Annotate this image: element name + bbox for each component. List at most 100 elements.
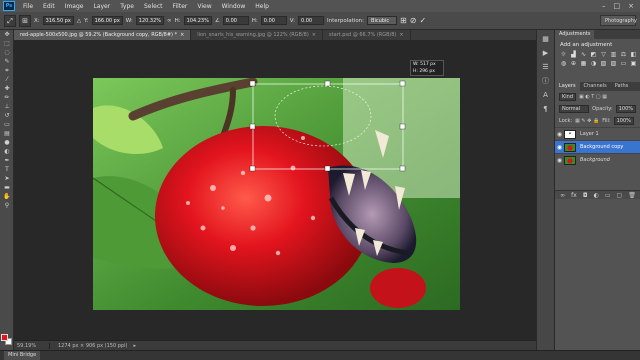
close-tab-icon[interactable]: × [312, 32, 316, 38]
reference-point-icon[interactable]: ⊞ [19, 14, 31, 27]
character-panel-icon[interactable]: A [540, 90, 551, 100]
height-field[interactable]: 104.23% [183, 16, 212, 25]
close-icon[interactable]: × [628, 2, 634, 10]
hue-saturation-icon[interactable]: ▥ [609, 51, 618, 59]
menu-image[interactable]: Image [60, 3, 89, 10]
new-adjustment-icon[interactable]: ◐ [594, 191, 599, 199]
crop-tool-icon[interactable]: ⌗ [2, 67, 12, 75]
exposure-icon[interactable]: ◩ [589, 51, 598, 59]
eraser-tool-icon[interactable]: ▭ [2, 121, 12, 129]
menu-view[interactable]: View [192, 3, 216, 10]
tab-layers[interactable]: Layers [555, 82, 580, 91]
zoom-level[interactable]: 59.19% [14, 342, 50, 349]
width-field[interactable]: 120.32% [135, 16, 165, 25]
menu-filter[interactable]: Filter [168, 3, 193, 10]
delta-icon[interactable]: △ [77, 18, 81, 24]
path-select-tool-icon[interactable]: ➤ [2, 175, 12, 183]
dodge-tool-icon[interactable]: ◐ [2, 148, 12, 156]
vibrance-icon[interactable]: ▽ [599, 51, 608, 59]
levels-icon[interactable]: ▟ [569, 51, 578, 59]
properties-panel-icon[interactable]: ☰ [540, 62, 551, 72]
menu-select[interactable]: Select [139, 3, 168, 10]
menu-edit[interactable]: Edit [38, 3, 60, 10]
healing-tool-icon[interactable]: ✚ [2, 85, 12, 93]
lasso-tool-icon[interactable]: ◌ [2, 49, 12, 57]
quick-select-tool-icon[interactable]: ✎ [2, 58, 12, 66]
pen-tool-icon[interactable]: ✒ [2, 157, 12, 165]
hand-tool-icon[interactable]: ✋ [2, 193, 12, 201]
menu-type[interactable]: Type [115, 3, 139, 10]
tab-red-apple[interactable]: red-apple-500x500.jpg @ 59.2% (Backgroun… [14, 30, 192, 40]
curves-icon[interactable]: ∿ [579, 51, 588, 59]
move-tool-icon[interactable]: ✥ [2, 31, 12, 39]
blur-tool-icon[interactable]: ● [2, 139, 12, 147]
menu-window[interactable]: Window [217, 3, 251, 10]
link-layers-icon[interactable]: ∞ [560, 191, 565, 199]
mini-bridge-tab[interactable]: Mini Bridge [4, 351, 41, 360]
fill-field[interactable]: 100% [613, 117, 634, 125]
history-panel-icon[interactable]: ▦ [540, 34, 551, 44]
filter-icons[interactable]: ▣ ◐ T ▢ ▦ [579, 94, 607, 100]
canvas-area[interactable]: W: 517 px H: 296 px [14, 40, 536, 340]
gradient-tool-icon[interactable]: ▤ [2, 130, 12, 138]
visibility-eye-icon[interactable]: ◉ [555, 144, 564, 151]
close-tab-icon[interactable]: × [399, 32, 403, 38]
brush-tool-icon[interactable]: ✏ [2, 94, 12, 102]
tab-start[interactable]: start.psd @ 66.7% (RGB/8) × [323, 30, 411, 40]
visibility-eye-icon[interactable]: ◉ [555, 131, 564, 138]
menu-help[interactable]: Help [250, 3, 274, 10]
tab-channels[interactable]: Channels [580, 82, 611, 91]
new-group-icon[interactable]: ▭ [605, 191, 611, 199]
shape-tool-icon[interactable]: ▬ [2, 184, 12, 192]
interpolation-select[interactable]: Bicubic [367, 16, 398, 25]
commit-transform-icon[interactable]: ✓ [419, 16, 426, 25]
layer-row-background-copy[interactable]: ◉ Background copy [555, 140, 640, 153]
color-balance-icon[interactable]: ⚖ [619, 51, 628, 59]
opacity-field[interactable]: 100% [615, 105, 636, 113]
layer-style-icon[interactable]: fx [571, 191, 577, 199]
minimize-icon[interactable]: – [602, 2, 606, 10]
status-arrow-icon[interactable]: ▸ [133, 343, 136, 349]
y-field[interactable]: 166.00 px [91, 16, 123, 25]
tab-adjustments[interactable]: Adjustments [555, 30, 595, 39]
tab-lion[interactable]: lion_snarls_his_warning.jpg @ 122% (RGB/… [191, 30, 323, 40]
lock-icons[interactable]: ▦ ✎ ✥ 🔒 [575, 118, 599, 124]
actions-panel-icon[interactable]: ▶ [540, 48, 551, 58]
channel-mixer-icon[interactable]: ⊕ [569, 60, 578, 68]
type-tool-icon[interactable]: T [2, 166, 12, 174]
paragraph-panel-icon[interactable]: ¶ [540, 104, 551, 114]
selective-color-icon[interactable]: ▣ [629, 60, 638, 68]
transform-tool-icon[interactable]: ⤢ [4, 14, 16, 27]
angle-field[interactable]: 0.00 [222, 16, 249, 25]
layer-row-background[interactable]: ◉ Background [555, 153, 640, 166]
history-brush-tool-icon[interactable]: ↺ [2, 112, 12, 120]
document-image[interactable] [93, 78, 460, 310]
link-icon[interactable]: ∞ [167, 18, 172, 24]
x-field[interactable]: 316.50 px [42, 16, 74, 25]
close-tab-icon[interactable]: × [180, 32, 184, 38]
brightness-icon[interactable]: ☼ [559, 51, 568, 59]
threshold-icon[interactable]: ▨ [609, 60, 618, 68]
vskew-field[interactable]: 0.00 [297, 16, 324, 25]
invert-icon[interactable]: ◑ [589, 60, 598, 68]
cancel-transform-icon[interactable]: ⊘ [410, 16, 417, 25]
menu-layer[interactable]: Layer [88, 3, 115, 10]
info-panel-icon[interactable]: ⓘ [540, 76, 551, 86]
layer-row-layer-1[interactable]: ◉ • Layer 1 [555, 127, 640, 140]
foreground-color-swatch[interactable] [1, 334, 8, 341]
tab-paths[interactable]: Paths [611, 82, 633, 91]
maximize-icon[interactable]: □ [614, 2, 621, 10]
blend-mode-select[interactable]: Normal [559, 105, 590, 113]
hskew-field[interactable]: 0.00 [260, 16, 287, 25]
zoom-tool-icon[interactable]: ⚲ [2, 202, 12, 210]
posterize-icon[interactable]: ▧ [599, 60, 608, 68]
workspace-switcher[interactable]: Photography [600, 15, 637, 26]
gradient-map-icon[interactable]: ▭ [619, 60, 628, 68]
new-layer-icon[interactable]: ▢ [617, 191, 623, 199]
warp-icon[interactable]: ⊞ [400, 16, 407, 25]
black-white-icon[interactable]: ◧ [629, 51, 638, 59]
color-lookup-icon[interactable]: ▦ [579, 60, 588, 68]
photo-filter-icon[interactable]: ◍ [559, 60, 568, 68]
delete-layer-icon[interactable]: 🗑 [628, 191, 636, 199]
clone-stamp-tool-icon[interactable]: ⊥ [2, 103, 12, 111]
